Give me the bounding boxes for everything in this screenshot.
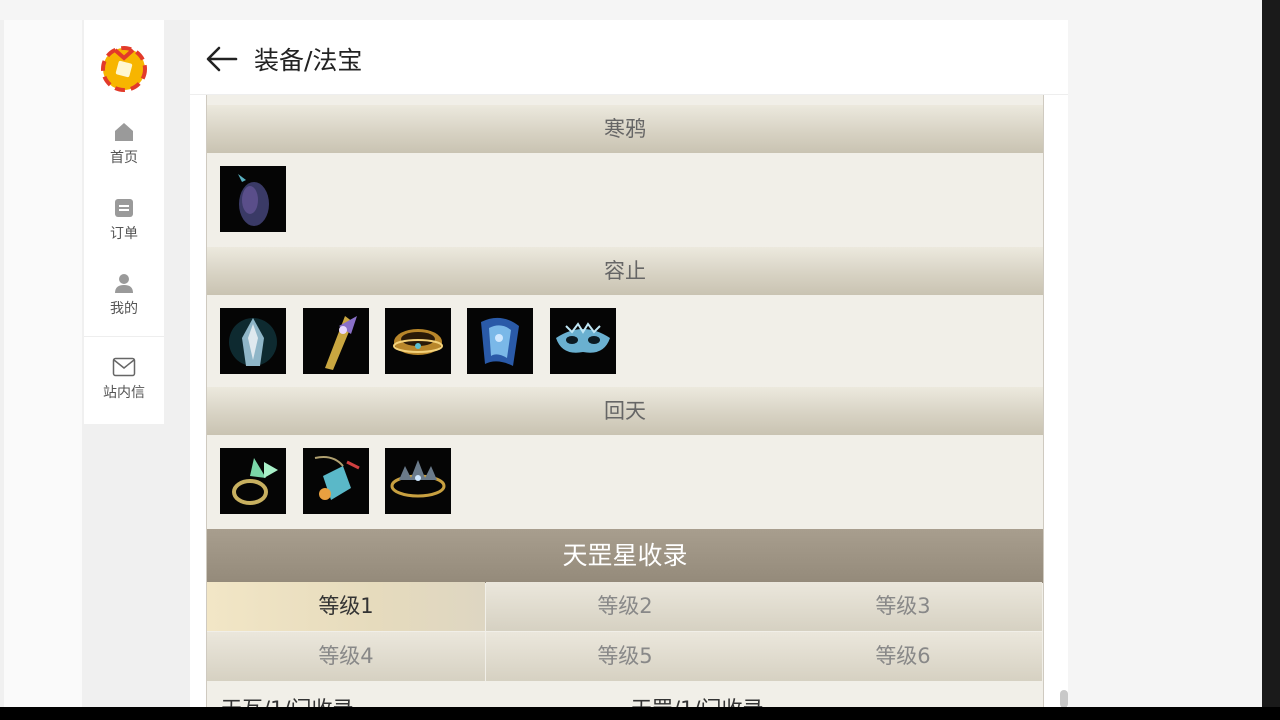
crown-item[interactable] [385, 448, 451, 514]
items-row-huitian [207, 435, 1043, 529]
armor-item[interactable] [220, 166, 286, 232]
tab-level-2[interactable]: 等级2 [486, 582, 764, 631]
right-panel [1068, 20, 1262, 707]
nav-mine[interactable]: 我的 [84, 271, 164, 318]
items-row-hanya [207, 153, 1043, 247]
page-title: 装备/法宝 [254, 46, 363, 75]
nav-mine-label: 我的 [110, 301, 138, 317]
mail-icon [112, 355, 136, 379]
right-edge [1262, 0, 1280, 707]
category-bar-huitian[interactable]: 回天 [207, 387, 1043, 435]
items-row-rongzhi [207, 295, 1043, 387]
header: 装备/法宝 [190, 20, 1068, 95]
home-icon [112, 120, 136, 144]
content-area: 寒鸦 容止 回天 天罡星收录 等级1 等级2 等级3 等级4 等级5 等级6 [206, 95, 1044, 707]
main-panel: 装备/法宝 寒鸦 容止 回天 天罡星收录 等级1 等级2 等级3 等级4 等级5… [190, 20, 1068, 707]
nav-orders[interactable]: 订单 [84, 196, 164, 243]
tab-level-6[interactable]: 等级6 [764, 632, 1042, 681]
section-title: 天罡星收录 [207, 529, 1043, 583]
bottom-left-text[interactable]: 天互/1/门收录 [221, 693, 354, 707]
armor-item[interactable] [220, 308, 286, 374]
back-arrow-icon[interactable] [204, 42, 240, 76]
sidebar: 首页 订单 我的 站内信 [84, 20, 164, 424]
scrollbar[interactable] [1060, 690, 1068, 707]
bottom-row: 天互/1/门收录 天罡/1/门收录 [207, 681, 1043, 707]
ring-item[interactable] [220, 448, 286, 514]
cloak-item[interactable] [467, 308, 533, 374]
tab-level-5[interactable]: 等级5 [486, 632, 764, 681]
nav-messages[interactable]: 站内信 [84, 355, 164, 402]
nav-home-label: 首页 [110, 150, 138, 166]
weapon-item[interactable] [303, 308, 369, 374]
category-bar-rongzhi[interactable]: 容止 [207, 247, 1043, 295]
tab-level-3[interactable]: 等级3 [764, 582, 1042, 631]
user-icon [112, 271, 136, 295]
nav-home[interactable]: 首页 [84, 120, 164, 167]
nav-messages-label: 站内信 [103, 385, 145, 401]
sidebar-divider [84, 336, 164, 337]
left-panel [4, 20, 82, 707]
order-icon [112, 196, 136, 220]
tab-level-4[interactable]: 等级4 [207, 632, 485, 681]
tab-level-1[interactable]: 等级1 [207, 582, 485, 631]
category-bar-hanya[interactable]: 寒鸦 [207, 105, 1043, 153]
nav-orders-label: 订单 [110, 226, 138, 242]
top-strip [0, 0, 1280, 20]
pendant-item[interactable] [303, 448, 369, 514]
bracelet-item[interactable] [385, 308, 451, 374]
mask-item[interactable] [550, 308, 616, 374]
screen: 首页 订单 我的 站内信 装备/法宝 寒鸦 容止 回天 天罡星收录 等级1 等级… [0, 0, 1280, 707]
bottom-right-text[interactable]: 天罡/1/门收录 [631, 693, 764, 707]
logo-icon [97, 38, 151, 92]
